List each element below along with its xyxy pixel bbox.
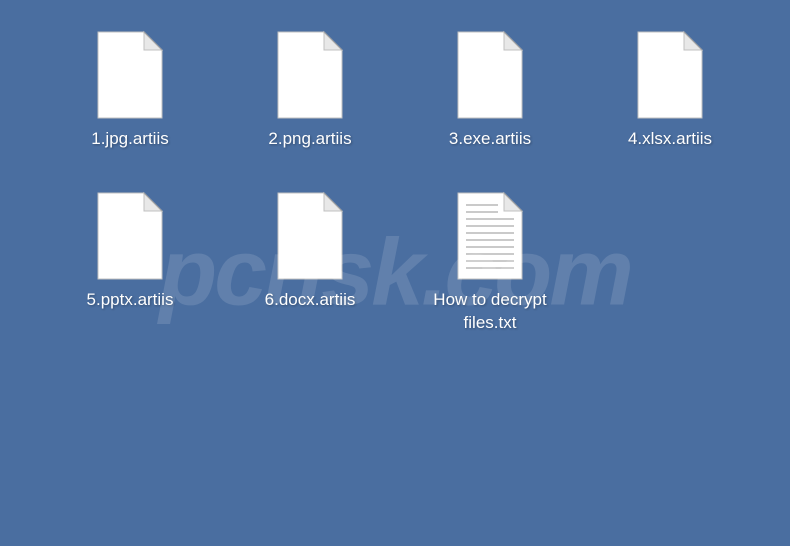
blank-file-icon [94, 30, 166, 120]
blank-file-icon [94, 191, 166, 281]
blank-file-icon [634, 30, 706, 120]
file-label: 3.exe.artiis [449, 128, 531, 151]
file-label: 6.docx.artiis [265, 289, 356, 312]
file-item[interactable]: 1.jpg.artiis [40, 30, 220, 151]
file-label: 5.pptx.artiis [87, 289, 174, 312]
file-item[interactable]: 2.png.artiis [220, 30, 400, 151]
file-label: 2.png.artiis [268, 128, 351, 151]
blank-file-icon [454, 30, 526, 120]
file-label: How to decrypt files.txt [420, 289, 560, 335]
blank-file-icon [274, 191, 346, 281]
blank-file-icon [274, 30, 346, 120]
text-file-icon [454, 191, 526, 281]
desktop-area[interactable]: 1.jpg.artiis 2.png.artiis 3.exe.artiis [0, 0, 790, 546]
file-item[interactable]: 4.xlsx.artiis [580, 30, 760, 151]
file-label: 4.xlsx.artiis [628, 128, 712, 151]
file-item[interactable]: 3.exe.artiis [400, 30, 580, 151]
file-item[interactable]: 6.docx.artiis [220, 191, 400, 335]
file-label: 1.jpg.artiis [91, 128, 168, 151]
file-item[interactable]: 5.pptx.artiis [40, 191, 220, 335]
file-item[interactable]: How to decrypt files.txt [400, 191, 580, 335]
